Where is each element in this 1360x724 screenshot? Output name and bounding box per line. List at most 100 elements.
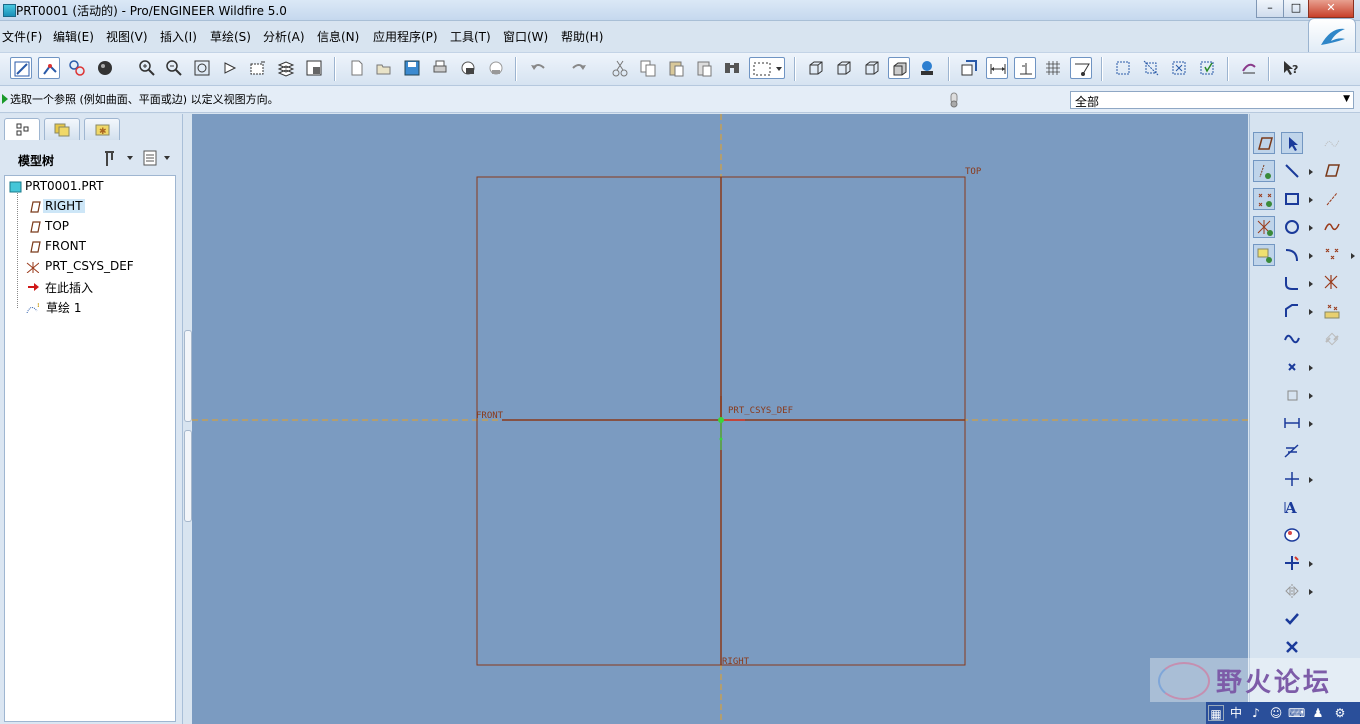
display-grid-icon[interactable]: [1042, 57, 1064, 79]
enhanced-realism-icon[interactable]: [916, 57, 938, 79]
hidden-line-icon[interactable]: [833, 57, 855, 79]
menu-info[interactable]: 信息(N): [317, 28, 359, 45]
link-icon[interactable]: [1321, 328, 1343, 350]
grid-toggle-icon[interactable]: [1253, 216, 1275, 238]
print-icon[interactable]: [429, 57, 451, 79]
dimension-display-icon[interactable]: [38, 57, 60, 79]
maximize-button[interactable]: □: [1283, 0, 1309, 18]
datum-axis-icon[interactable]: [1321, 188, 1343, 210]
arc-icon[interactable]: [1281, 244, 1303, 266]
zoom-out-icon[interactable]: [163, 57, 185, 79]
datum-planes-icon[interactable]: [1112, 57, 1134, 79]
tree-item-top[interactable]: TOP: [5, 218, 173, 236]
named-view-icon[interactable]: [247, 57, 269, 79]
datum-point-flyout-arrow[interactable]: [1351, 253, 1355, 259]
tree-item-sketch[interactable]: ✱ 草绘 1: [5, 298, 173, 316]
tree-item-root[interactable]: PRT0001.PRT: [5, 178, 173, 196]
menu-help[interactable]: 帮助(H): [561, 28, 603, 45]
circle-flyout-arrow[interactable]: [1309, 225, 1313, 231]
curve-icon[interactable]: [1321, 216, 1343, 238]
ime-keyboard-icon[interactable]: ⌨: [1288, 705, 1305, 721]
analysis-icon[interactable]: [1321, 132, 1343, 154]
folder-browser-tab[interactable]: [44, 118, 80, 140]
tree-item-front[interactable]: FRONT: [5, 238, 173, 256]
menu-view[interactable]: 视图(V): [106, 28, 148, 45]
send-mail-icon[interactable]: [457, 57, 479, 79]
line-flyout-arrow[interactable]: [1309, 169, 1313, 175]
paste-icon[interactable]: [665, 57, 687, 79]
arc-flyout-arrow[interactable]: [1309, 253, 1313, 259]
menu-tools[interactable]: 工具(T): [450, 28, 491, 45]
mirror-flyout-arrow[interactable]: [1309, 589, 1313, 595]
tree-item-insert-here[interactable]: 在此插入: [5, 278, 173, 296]
model-tree-tab[interactable]: [4, 118, 40, 140]
spline-icon[interactable]: [1281, 328, 1303, 350]
menu-insert[interactable]: 插入(I): [160, 28, 197, 45]
send-link-icon[interactable]: [485, 57, 507, 79]
line-icon[interactable]: [1281, 160, 1303, 182]
menu-analysis[interactable]: 分析(A): [263, 28, 305, 45]
cut-icon[interactable]: [609, 57, 631, 79]
view-manager-icon[interactable]: [303, 57, 325, 79]
rectangle-icon[interactable]: [1281, 188, 1303, 210]
save-icon[interactable]: [401, 57, 423, 79]
datum-point-icon[interactable]: [1253, 244, 1275, 266]
dims-toggle-icon[interactable]: [1253, 160, 1275, 182]
wireframe-icon[interactable]: [805, 57, 827, 79]
tree-show-icon[interactable]: [142, 148, 176, 168]
ime-moon-icon[interactable]: ♪: [1248, 705, 1264, 721]
offset-icon[interactable]: [1281, 384, 1303, 406]
modify-icon[interactable]: [1281, 440, 1303, 462]
refit-icon[interactable]: [191, 57, 213, 79]
datum-point-icon[interactable]: [1321, 244, 1343, 266]
chamfer-flyout-arrow[interactable]: [1309, 309, 1313, 315]
point-icon[interactable]: [1281, 356, 1303, 378]
shading-icon[interactable]: [94, 57, 116, 79]
datum-points-icon[interactable]: [1168, 57, 1190, 79]
minimize-button[interactable]: –: [1256, 0, 1284, 18]
sketch-view-icon[interactable]: [958, 57, 980, 79]
circle-icon[interactable]: [1281, 216, 1303, 238]
mirror-icon[interactable]: [1281, 580, 1303, 602]
new-icon[interactable]: [346, 57, 368, 79]
find-icon[interactable]: [721, 57, 743, 79]
menu-window[interactable]: 窗口(W): [503, 28, 548, 45]
csys-icon[interactable]: [1196, 57, 1218, 79]
chamfer-icon[interactable]: [1281, 300, 1303, 322]
status-light-icon[interactable]: [948, 92, 960, 108]
datum-plane-icon[interactable]: [1321, 160, 1343, 182]
cancel-x-icon[interactable]: [1281, 636, 1303, 658]
context-help-icon[interactable]: ?: [1280, 57, 1302, 79]
panel-splitter[interactable]: [183, 330, 192, 522]
dimension-icon[interactable]: [1281, 412, 1303, 434]
accept-check-icon[interactable]: [1281, 608, 1303, 630]
reorient-icon[interactable]: [219, 57, 241, 79]
zoom-in-icon[interactable]: [136, 57, 158, 79]
copy-icon[interactable]: [637, 57, 659, 79]
ime-mode[interactable]: 中: [1228, 705, 1244, 721]
constrain-icon[interactable]: [1281, 468, 1303, 490]
offset-flyout-arrow[interactable]: [1309, 393, 1313, 399]
display-dims-icon[interactable]: [986, 57, 1008, 79]
palette-icon[interactable]: [1281, 524, 1303, 546]
display-vertices-icon[interactable]: [1070, 57, 1092, 79]
constraints-toggle-icon[interactable]: [1253, 188, 1275, 210]
tree-settings-icon[interactable]: [102, 148, 136, 168]
tree-item-right[interactable]: RIGHT: [5, 198, 173, 216]
sketch-plane-icon[interactable]: [1253, 132, 1275, 154]
selection-box-icon[interactable]: [749, 57, 785, 79]
favorites-tab[interactable]: ✱: [84, 118, 120, 140]
point-flyout-arrow[interactable]: [1309, 365, 1313, 371]
redo-icon[interactable]: [568, 57, 590, 79]
ime-emoji-icon[interactable]: ☺: [1268, 705, 1284, 721]
menu-applications[interactable]: 应用程序(P): [373, 28, 438, 45]
ime-user-icon[interactable]: ♟: [1310, 705, 1326, 721]
selection-filter-dropdown[interactable]: 全部 ▼: [1070, 91, 1354, 109]
select-arrow-icon[interactable]: [1281, 132, 1303, 154]
no-hidden-icon[interactable]: [861, 57, 883, 79]
trim-icon[interactable]: [1281, 552, 1303, 574]
menu-edit[interactable]: 编辑(E): [53, 28, 94, 45]
sketch-display-icon[interactable]: [10, 57, 32, 79]
tree-item-csys[interactable]: PRT_CSYS_DEF: [5, 258, 173, 276]
close-button[interactable]: ✕: [1308, 0, 1354, 18]
